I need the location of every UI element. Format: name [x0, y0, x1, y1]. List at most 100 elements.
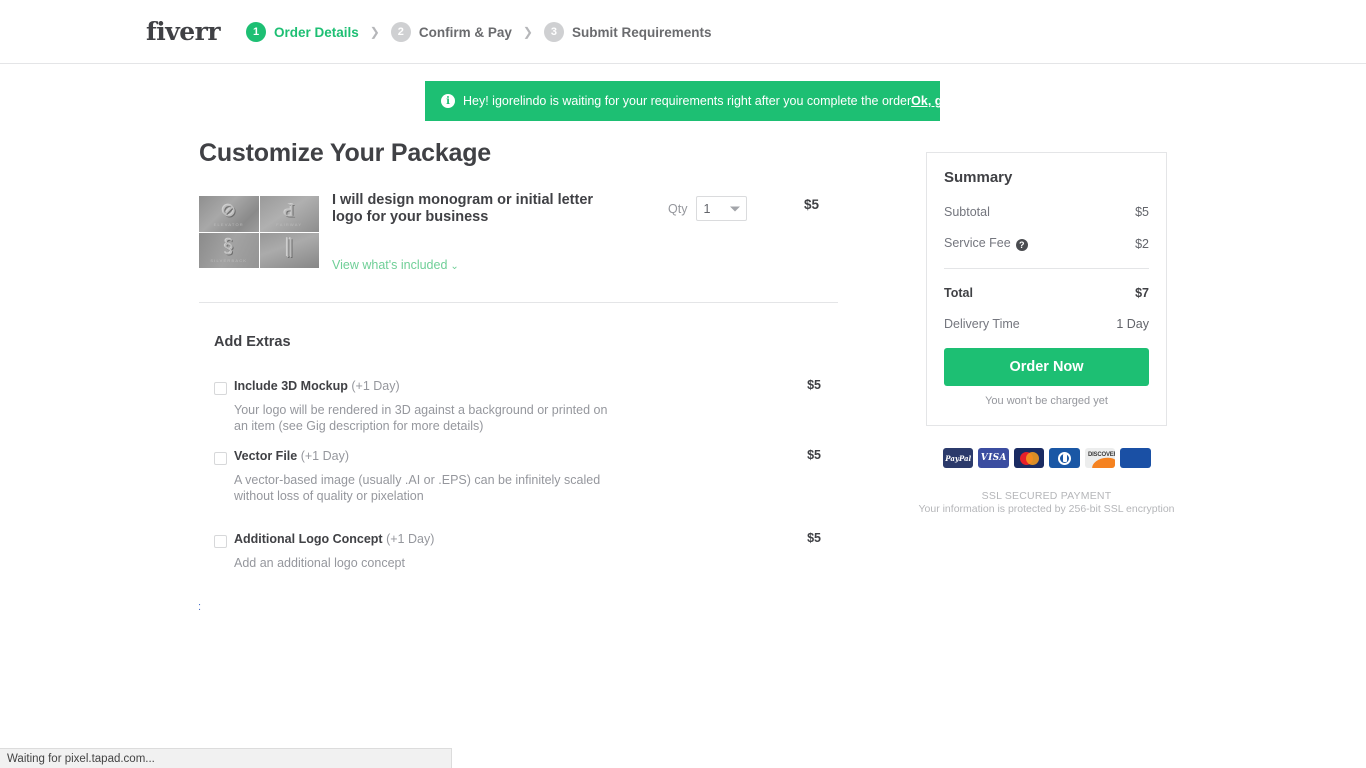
thumbnail-cell-3: § SILVERBACK	[199, 232, 259, 268]
visa-label: VISA	[980, 453, 1007, 463]
section-divider	[199, 302, 838, 303]
thumbnail-glyph-4: ‖	[284, 235, 295, 258]
summary-value-subtotal: $5	[1135, 205, 1149, 219]
step-2-label: Confirm & Pay	[418, 24, 512, 40]
extra-item-additional-logo-concept: Additional Logo Concept (+1 Day) Add an …	[214, 531, 839, 591]
diners-club-glyph	[1058, 451, 1072, 465]
step-1-number: 1	[246, 22, 266, 42]
browser-status-bar: Waiting for pixel.tapad.com...	[0, 748, 452, 768]
ssl-encryption-note: Your information is protected by 256-bit…	[918, 503, 1175, 515]
paypal-icon: PayPal	[943, 448, 974, 468]
chevron-down-icon: ⌄	[450, 261, 459, 272]
info-icon: i	[441, 94, 455, 108]
summary-title: Summary	[944, 169, 1013, 186]
extra-price-vector-file: $5	[807, 448, 821, 462]
site-header: fiverr 1 Order Details ❯ 2 Confirm & Pay…	[0, 0, 1366, 64]
extra-heading-vector-file: Vector File (+1 Day)	[234, 448, 349, 464]
notification-banner: i Hey! igorelindo is waiting for your re…	[425, 81, 965, 121]
summary-row-service-fee: Service Fee? $2	[944, 236, 1149, 251]
mastercard-circle-orange	[1025, 451, 1039, 465]
fiverr-logo[interactable]: fiverr	[146, 17, 221, 46]
extra-item-3d-mockup: Include 3D Mockup (+1 Day) Your logo wil…	[214, 378, 839, 448]
quantity-select[interactable]: 1	[696, 196, 748, 221]
extra-checkbox-additional-logo-concept[interactable]	[214, 535, 227, 548]
quantity-control: Qty 1	[668, 196, 748, 221]
extra-name-3d-mockup: Include 3D Mockup	[234, 379, 348, 393]
summary-value-total: $7	[1135, 286, 1149, 300]
thumbnail-cell-2: Ԁ FAIRWAY	[259, 196, 319, 232]
extra-days-additional-logo-concept: (+1 Day)	[386, 532, 435, 546]
extra-heading-3d-mockup: Include 3D Mockup (+1 Day)	[234, 378, 400, 394]
summary-value-service-fee: $2	[1135, 236, 1149, 251]
mastercard-icon	[1013, 448, 1045, 468]
thumbnail-cell-1: ⊘ ELEVATOR	[199, 196, 259, 232]
extra-description-vector-file: A vector-based image (usually .AI or .EP…	[234, 473, 601, 503]
thumbnail-glyph-1: ⊘	[220, 199, 237, 222]
thumbnail-glyph-3: §	[224, 235, 234, 258]
summary-label-service-fee: Service Fee?	[944, 236, 1028, 251]
step-separator-2-icon: ❯	[522, 25, 533, 39]
chevron-down-icon	[730, 206, 741, 211]
summary-row-delivery-time: Delivery Time 1 Day	[944, 317, 1149, 331]
extra-price-additional-logo-concept: $5	[807, 531, 821, 545]
step-separator-1-icon: ❯	[369, 25, 380, 39]
step-3-label: Submit Requirements	[571, 24, 712, 40]
extra-description-3d-mockup: Your logo will be rendered in 3D against…	[234, 403, 608, 433]
extra-days-3d-mockup: (+1 Day)	[351, 379, 400, 393]
extra-checkbox-vector-file[interactable]	[214, 452, 227, 465]
extra-name-vector-file: Vector File	[234, 449, 298, 463]
stray-text-artifact: :	[198, 601, 202, 613]
thumbnail-caption-1: ELEVATOR	[213, 221, 244, 227]
diners-club-icon	[1049, 448, 1080, 468]
order-summary-card: Summary Subtotal $5 Service Fee? $2 Tota…	[926, 152, 1167, 426]
step-3-number: 3	[543, 22, 564, 42]
page-title: Customize Your Package	[199, 139, 491, 167]
extra-item-vector-file: Vector File (+1 Day) A vector-based imag…	[214, 448, 839, 531]
thumbnail-glyph-2: Ԁ	[283, 199, 295, 222]
quantity-label: Qty	[668, 201, 688, 216]
payment-methods: PayPal VISA DISCOVER	[943, 448, 1151, 468]
summary-row-total: Total $7	[944, 286, 1149, 300]
view-whats-included-link[interactable]: View what's included ⌄	[332, 258, 459, 272]
extra-price-3d-mockup: $5	[807, 378, 821, 392]
extra-heading-additional-logo-concept: Additional Logo Concept (+1 Day)	[234, 531, 434, 547]
extra-name-additional-logo-concept: Additional Logo Concept	[234, 532, 383, 546]
step-submit-requirements[interactable]: 3 Submit Requirements	[543, 22, 712, 42]
gig-thumbnail[interactable]: ⊘ ELEVATOR Ԁ FAIRWAY § SILVERBACK ‖	[199, 196, 319, 268]
view-whats-included-label: View what's included	[332, 258, 448, 272]
thumbnail-caption-2: FAIRWAY	[276, 221, 303, 227]
summary-divider	[944, 268, 1149, 269]
gig-price: $5	[804, 197, 820, 212]
checkout-steps: 1 Order Details ❯ 2 Confirm & Pay ❯ 3 Su…	[246, 21, 711, 43]
order-now-button[interactable]: Order Now	[944, 348, 1149, 386]
ssl-secured-label: SSL SECURED PAYMENT	[981, 490, 1112, 502]
summary-label-subtotal: Subtotal	[944, 205, 990, 219]
summary-value-delivery-time: 1 Day	[1116, 317, 1149, 331]
quantity-value: 1	[703, 201, 711, 216]
banner-message: Hey! igorelindo is waiting for your requ…	[463, 94, 912, 108]
extra-days-vector-file: (+1 Day)	[300, 449, 349, 463]
jcb-icon	[1120, 448, 1151, 468]
order-note: You won't be charged yet	[985, 395, 1108, 407]
discover-icon: DISCOVER	[1084, 448, 1116, 468]
summary-row-subtotal: Subtotal $5	[944, 205, 1149, 219]
gig-title: I will design monogram or initial letter…	[332, 192, 594, 225]
help-icon[interactable]: ?	[1015, 239, 1028, 251]
extra-description-additional-logo-concept: Add an additional logo concept	[234, 556, 405, 570]
add-extras-heading: Add Extras	[214, 334, 291, 350]
status-bar-text: Waiting for pixel.tapad.com...	[7, 752, 155, 765]
step-1-label: Order Details	[274, 24, 359, 40]
thumbnail-cell-4: ‖	[259, 232, 319, 268]
service-fee-text: Service Fee	[944, 236, 1011, 250]
banner-dismiss-link[interactable]: Ok, got it	[911, 94, 965, 108]
extra-checkbox-3d-mockup[interactable]	[214, 382, 227, 395]
visa-icon: VISA	[978, 448, 1009, 468]
paypal-label: PayPal	[945, 453, 972, 463]
step-order-details[interactable]: 1 Order Details	[246, 22, 359, 42]
step-confirm-pay[interactable]: 2 Confirm & Pay	[390, 22, 512, 42]
step-2-number: 2	[390, 22, 411, 42]
extras-list: Include 3D Mockup (+1 Day) Your logo wil…	[214, 378, 839, 591]
summary-label-total: Total	[944, 286, 973, 300]
summary-label-delivery-time: Delivery Time	[944, 317, 1020, 331]
thumbnail-caption-3: SILVERBACK	[210, 258, 248, 263]
